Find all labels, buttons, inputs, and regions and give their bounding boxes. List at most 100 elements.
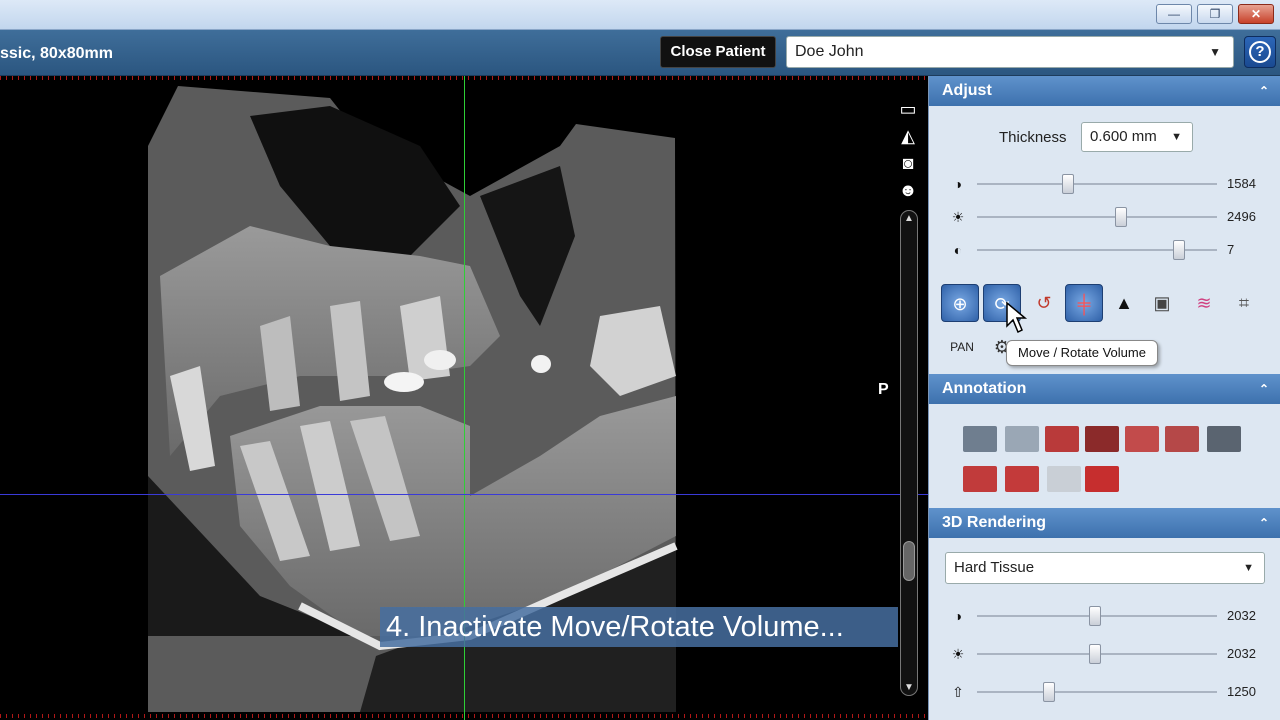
render-slider-knob[interactable] <box>1088 606 1101 626</box>
angle-tool-button[interactable] <box>1005 426 1039 452</box>
crop-volume-button[interactable]: ⌗ <box>1225 284 1263 322</box>
render-slider-row: ⇧ 1250 <box>929 680 1280 704</box>
adjust-slider-track[interactable] <box>977 216 1217 218</box>
zoom-tool-button[interactable]: ⊕ <box>941 284 979 322</box>
app-window: — ❐ ✕ ssic, 80x80mm Close Patient Doe Jo… <box>0 0 1280 720</box>
patient-orientation-icon[interactable]: ☻ <box>896 179 920 201</box>
render-slider-value: 2032 <box>1227 608 1256 623</box>
adjust-body: Thickness 0.600 mm ▼ ◑ 1584 ☀ 2496 ◐ 7 ⊕ ⟳ ↺ … <box>929 106 1280 374</box>
window-icon: ▣ <box>1153 293 1171 313</box>
close-patient-button[interactable]: Close Patient <box>660 36 776 68</box>
pan-button[interactable]: PAN <box>943 328 981 366</box>
scroll-thumb[interactable] <box>903 541 915 581</box>
crop-icon: ⌗ <box>1238 293 1250 313</box>
render-slider-track[interactable] <box>977 691 1217 693</box>
adjust-slider-value: 1584 <box>1227 176 1256 191</box>
adjust-slider-knob[interactable] <box>1115 207 1127 227</box>
view-title: ssic, 80x80mm <box>0 45 113 62</box>
point-tool-button[interactable] <box>1005 466 1039 492</box>
reset-orientation-button[interactable]: ↺ <box>1025 284 1063 322</box>
scroll-down-icon[interactable]: ▼ <box>903 682 915 693</box>
contrast-icon: ◑ <box>953 608 963 624</box>
render-slider-value: 2032 <box>1227 646 1256 661</box>
help-button[interactable]: ? <box>1244 36 1276 68</box>
maximize-view-icon[interactable]: ▭ <box>896 98 920 120</box>
label-tool-button[interactable] <box>1085 426 1119 452</box>
side-panel: Adjust ⌃ Thickness 0.600 mm ▼ ◑ 1584 ☀ 2496… <box>928 76 1280 720</box>
chevron-down-icon: ▼ <box>1209 45 1221 59</box>
crosshair-tool-button[interactable]: ╪ <box>1065 284 1103 322</box>
rectangle-tool-button[interactable] <box>1125 426 1159 452</box>
render-preset-value: Hard Tissue <box>954 559 1035 576</box>
collapse-icon[interactable]: ⌃ <box>1259 508 1269 538</box>
ellipse-tool-button[interactable] <box>1165 426 1199 452</box>
annotation-header[interactable]: Annotation ⌃ <box>929 374 1280 404</box>
render-slider-row: ☀ 2032 <box>929 642 1280 666</box>
slice-scrollbar[interactable]: ▲ ▼ <box>900 210 918 696</box>
zoom-icon: ⊕ <box>952 294 968 314</box>
help-icon: ? <box>1249 41 1271 63</box>
adjust-slider-row: ◑ 1584 <box>929 172 1280 196</box>
orientation-label: P <box>878 381 889 398</box>
contrast-icon: ◑ <box>953 176 963 192</box>
patient-name: Doe John <box>795 43 864 60</box>
freehand-tool-button[interactable] <box>1085 466 1119 492</box>
render-slider-knob[interactable] <box>1043 682 1055 702</box>
scroll-up-icon[interactable]: ▲ <box>903 213 915 224</box>
patient-dropdown[interactable]: Doe John ▼ <box>786 36 1234 68</box>
horizontal-crosshair[interactable] <box>0 494 928 495</box>
brightness-icon: ☀ <box>951 209 965 225</box>
polygon-tool-button[interactable] <box>963 466 997 492</box>
ct-viewer[interactable]: ▭ ◭ ◙ ☻ ▲ ▼ P 4. Inactivate Move/Rotate … <box>0 76 928 720</box>
flip-icon[interactable]: ◭ <box>896 125 920 147</box>
adjust-slider-row: ☀ 2496 <box>929 205 1280 229</box>
color-map-icon: ≋ <box>1196 293 1212 313</box>
color-map-button[interactable]: ≋ <box>1185 284 1223 322</box>
thickness-dropdown[interactable]: 0.600 mm ▼ <box>1081 122 1193 152</box>
opacity-icon: ⇧ <box>952 684 964 700</box>
adjust-title: Adjust <box>942 82 992 99</box>
close-window-button[interactable]: ✕ <box>1238 4 1274 24</box>
render-preset-dropdown[interactable]: Hard Tissue ▼ <box>945 552 1265 584</box>
collapse-icon[interactable]: ⌃ <box>1259 374 1269 404</box>
adjust-slider-track[interactable] <box>977 183 1217 185</box>
adjust-slider-value: 7 <box>1227 242 1235 257</box>
text-tool-button[interactable] <box>1045 426 1079 452</box>
annotation-title: Annotation <box>942 380 1027 397</box>
crosshair-icon: ╪ <box>1077 294 1091 314</box>
render-slider-knob[interactable] <box>1088 644 1101 664</box>
histogram-button[interactable]: ▲ <box>1105 284 1143 322</box>
render-slider-value: 1250 <box>1227 684 1256 699</box>
adjust-header[interactable]: Adjust ⌃ <box>929 76 1280 106</box>
adjust-slider-value: 2496 <box>1227 209 1256 224</box>
chevron-down-icon: ▼ <box>1243 562 1254 574</box>
collapse-icon[interactable]: ⌃ <box>1259 76 1269 106</box>
restore-button[interactable]: ❐ <box>1197 4 1233 24</box>
rendering-body: Hard Tissue ▼ ◑2032☀2032⇧1250◐2 <box>929 538 1280 720</box>
rendering-title: 3D Rendering <box>942 514 1047 531</box>
app-header: ssic, 80x80mm Close Patient Doe John ▼ ? <box>0 30 1280 76</box>
tutorial-caption: 4. Inactivate Move/Rotate Volume... <box>380 607 898 647</box>
adjust-slider-knob[interactable] <box>1172 240 1185 260</box>
adjust-slider-row: ◐ 7 <box>929 238 1280 262</box>
delete-annotation-button[interactable] <box>1207 426 1241 452</box>
reset-icon: ↺ <box>1036 293 1052 313</box>
mouse-cursor-icon <box>1006 302 1028 334</box>
gamma-icon: ◐ <box>953 242 963 258</box>
annotation-body <box>929 404 1280 508</box>
thickness-value: 0.600 mm <box>1090 128 1157 145</box>
window-preset-button[interactable]: ▣ <box>1143 284 1181 322</box>
render-slider-row: ◑ 2032 <box>929 604 1280 628</box>
viewer-toolbar: ▭ ◭ ◙ ☻ <box>896 98 922 206</box>
adjust-slider-knob[interactable] <box>1062 174 1075 194</box>
window-titlebar: — ❐ ✕ <box>0 0 1280 30</box>
minimize-button[interactable]: — <box>1156 4 1192 24</box>
camera-icon[interactable]: ◙ <box>896 152 920 174</box>
ruler-tool-button[interactable] <box>963 426 997 452</box>
implant-tool-button[interactable] <box>1047 466 1081 492</box>
chevron-down-icon: ▼ <box>1171 131 1182 143</box>
tooltip: Move / Rotate Volume <box>1006 340 1158 366</box>
rendering-header[interactable]: 3D Rendering ⌃ <box>929 508 1280 538</box>
histogram-icon: ▲ <box>1115 293 1133 313</box>
thickness-label: Thickness <box>999 129 1067 146</box>
